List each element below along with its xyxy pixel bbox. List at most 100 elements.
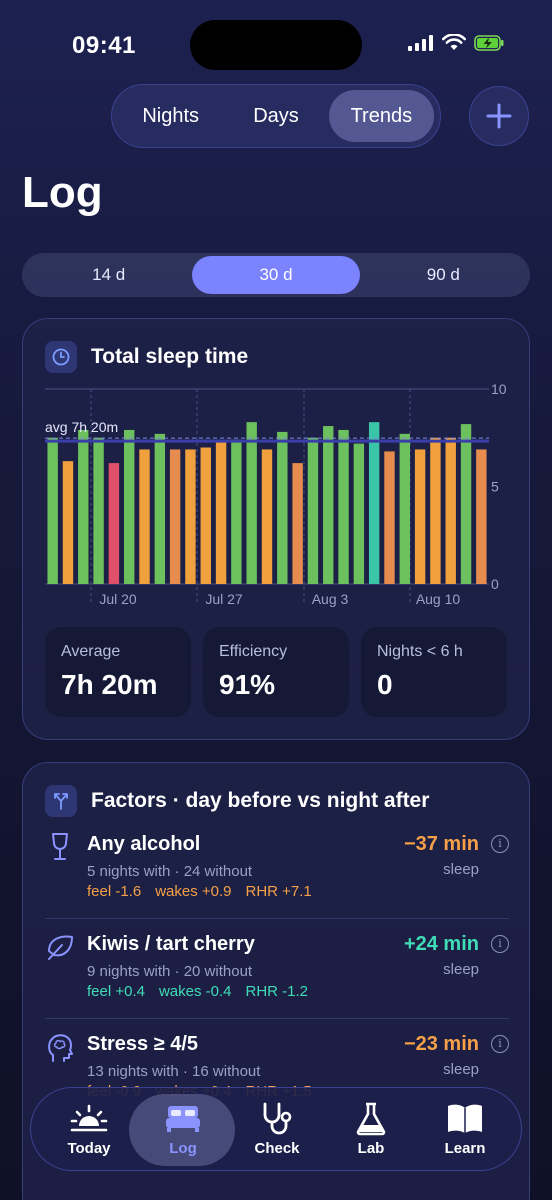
chip-feel: feel -1.6 bbox=[87, 883, 142, 900]
sleep-bar[interactable] bbox=[399, 433, 410, 584]
plus-icon bbox=[486, 103, 512, 129]
stat-average: Average 7h 20m bbox=[45, 627, 191, 717]
factor-chips: feel -1.6 wakes +0.9 RHR +7.1 bbox=[87, 883, 312, 900]
sleep-bar[interactable] bbox=[93, 437, 104, 584]
tab-today-label: Today bbox=[67, 1140, 111, 1157]
tab-check-label: Check bbox=[254, 1140, 300, 1157]
tab-log-label: Log bbox=[169, 1140, 197, 1157]
tab-log[interactable]: Log bbox=[129, 1088, 235, 1172]
factor-row-kiwis[interactable]: Kiwis / tart cherry 9 nights with · 20 w… bbox=[23, 919, 531, 1019]
sleep-bar[interactable] bbox=[215, 441, 227, 584]
range-14d[interactable]: 14 d bbox=[25, 256, 192, 294]
brain-head-icon bbox=[48, 1034, 73, 1062]
battery-charging-icon bbox=[474, 34, 504, 51]
factor-chips: feel +0.4 wakes -0.4 RHR -1.2 bbox=[87, 983, 308, 1000]
factor-counts: 9 nights with · 20 without bbox=[87, 963, 253, 980]
factor-delta: +24 min bbox=[403, 933, 479, 955]
page-title: Log bbox=[22, 168, 103, 217]
chip-feel: feel +0.4 bbox=[87, 983, 145, 1000]
tab-learn[interactable]: Learn bbox=[417, 1088, 513, 1172]
wifi-icon bbox=[442, 34, 466, 50]
sleep-bar[interactable] bbox=[414, 449, 426, 584]
x-tick-label: Aug 3 bbox=[312, 591, 349, 607]
x-tick-label: Jul 20 bbox=[99, 591, 137, 607]
factor-unit: sleep bbox=[443, 961, 479, 978]
view-segmented-control: Nights Days Trends bbox=[111, 84, 441, 148]
status-time: 09:41 bbox=[72, 32, 136, 59]
sleep-bar[interactable] bbox=[338, 429, 349, 584]
sleep-bar[interactable] bbox=[292, 463, 303, 584]
factor-unit: sleep bbox=[443, 861, 479, 878]
y-tick-label: 10 bbox=[491, 381, 507, 397]
flask-icon bbox=[351, 1100, 391, 1138]
tab-check[interactable]: Check bbox=[229, 1088, 325, 1172]
factor-delta: −37 min bbox=[403, 833, 479, 855]
sleep-bar[interactable] bbox=[384, 451, 395, 584]
sleep-bar[interactable] bbox=[47, 437, 58, 584]
tab-lab-label: Lab bbox=[357, 1140, 385, 1157]
bed-icon bbox=[163, 1100, 203, 1138]
range-30d[interactable]: 30 d bbox=[192, 256, 360, 294]
factor-row-alcohol[interactable]: Any alcohol 5 nights with · 24 without f… bbox=[23, 819, 531, 919]
range-segmented-control: 14 d 30 d 90 d bbox=[22, 253, 530, 297]
sleep-bar[interactable] bbox=[124, 429, 135, 584]
cellular-signal-icon bbox=[408, 34, 433, 51]
book-icon bbox=[445, 1100, 485, 1138]
tab-today[interactable]: Today bbox=[41, 1088, 137, 1172]
sleep-bar[interactable] bbox=[169, 449, 181, 584]
factor-name: Stress ≥ 4/5 bbox=[87, 1033, 199, 1055]
sleep-bar[interactable] bbox=[368, 422, 380, 584]
info-icon[interactable]: i bbox=[491, 935, 509, 953]
sleep-bar[interactable] bbox=[246, 422, 257, 584]
stat-average-value: 7h 20m bbox=[61, 669, 158, 700]
fork-arrows-icon bbox=[45, 785, 77, 817]
sleep-bar[interactable] bbox=[307, 437, 319, 584]
factors-title: Factors · day before vs night after bbox=[91, 789, 430, 812]
sleep-bar[interactable] bbox=[139, 449, 150, 584]
sleep-bar[interactable] bbox=[460, 424, 472, 584]
factor-counts: 5 nights with · 24 without bbox=[87, 863, 253, 880]
segment-trends[interactable]: Trends bbox=[328, 90, 434, 142]
segment-days[interactable]: Days bbox=[223, 90, 328, 142]
chip-wakes: wakes +0.9 bbox=[155, 883, 232, 900]
sleep-bar[interactable] bbox=[185, 449, 196, 584]
sleep-bar[interactable] bbox=[108, 463, 120, 584]
sleep-bar[interactable] bbox=[200, 447, 211, 585]
x-tick-label: Aug 10 bbox=[416, 591, 461, 607]
chip-rhr: RHR -1.2 bbox=[245, 983, 309, 1000]
sleep-bar[interactable] bbox=[62, 461, 74, 584]
sleep-bar[interactable] bbox=[231, 439, 242, 584]
wine-glass-icon bbox=[52, 833, 68, 860]
factor-unit: sleep bbox=[443, 1061, 479, 1078]
sleep-bar[interactable] bbox=[323, 426, 334, 584]
stat-efficiency: Efficiency 91% bbox=[203, 627, 349, 717]
x-tick-label: Jul 27 bbox=[205, 591, 243, 607]
sleep-bar[interactable] bbox=[353, 443, 365, 584]
add-entry-button[interactable] bbox=[469, 86, 529, 146]
stat-short-nights-value: 0 bbox=[377, 669, 393, 700]
tab-learn-label: Learn bbox=[444, 1140, 486, 1157]
status-icons bbox=[408, 34, 504, 51]
y-tick-label: 0 bbox=[491, 576, 499, 592]
dynamic-island bbox=[190, 20, 362, 70]
status-bar: 09:41 bbox=[0, 0, 552, 90]
sleep-bar[interactable] bbox=[154, 433, 166, 584]
sleep-bar[interactable] bbox=[476, 449, 487, 584]
sleep-bar[interactable] bbox=[261, 449, 273, 584]
sleep-bar-chart: 0 5 10 Jul 20 Jul 27 Aug 3 Aug 10 avg 7h 20m bbox=[45, 381, 507, 607]
stat-short-nights: Nights < 6 h 0 bbox=[361, 627, 507, 717]
sleep-bar[interactable] bbox=[78, 429, 89, 584]
sleep-bar[interactable] bbox=[430, 437, 441, 584]
factor-name: Kiwis / tart cherry bbox=[87, 933, 255, 955]
segment-nights[interactable]: Nights bbox=[118, 90, 223, 142]
stat-efficiency-value: 91% bbox=[219, 669, 276, 700]
info-icon[interactable]: i bbox=[491, 835, 509, 853]
range-90d[interactable]: 90 d bbox=[360, 256, 527, 294]
y-tick-label: 5 bbox=[491, 479, 499, 495]
info-icon[interactable]: i bbox=[491, 1035, 509, 1053]
sleep-bar[interactable] bbox=[445, 437, 456, 584]
sunrise-icon bbox=[69, 1100, 109, 1138]
sleep-bar[interactable] bbox=[277, 431, 288, 584]
chip-rhr: RHR +7.1 bbox=[245, 883, 312, 900]
tab-lab[interactable]: Lab bbox=[323, 1088, 419, 1172]
